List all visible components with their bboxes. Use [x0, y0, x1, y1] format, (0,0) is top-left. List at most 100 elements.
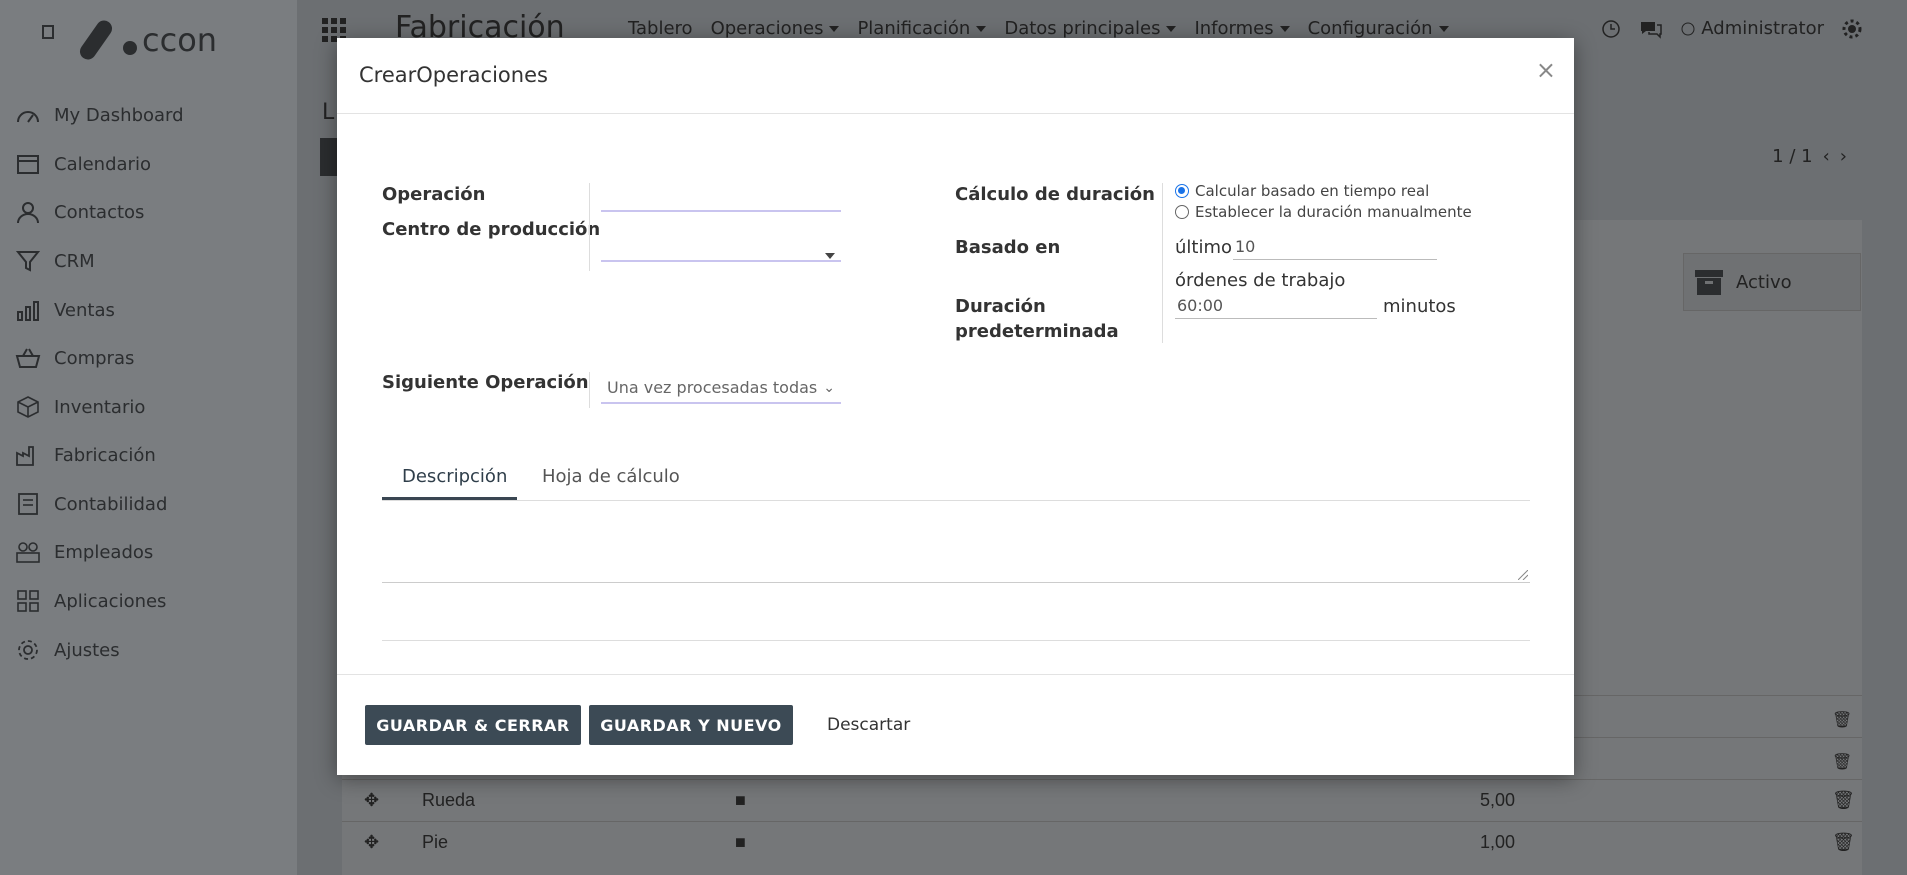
- field-divider: [589, 372, 590, 408]
- settings-gear-icon[interactable]: [1842, 19, 1862, 39]
- table-row[interactable]: ✥ Pie ■ 1,00 🗑: [342, 821, 1862, 863]
- avatar: [1681, 22, 1695, 35]
- duration-unit: minutos: [1383, 296, 1456, 317]
- apps-grid-icon: [14, 589, 42, 613]
- chevron-right-icon[interactable]: ›: [1840, 146, 1847, 167]
- radio-manual[interactable]: Establecer la duración manualmente: [1175, 203, 1472, 221]
- work-center-label: Centro de producción: [382, 219, 601, 240]
- based-on-count-input[interactable]: 10: [1233, 235, 1437, 260]
- sidebar-item-fabricacion[interactable]: Fabricación: [14, 441, 156, 469]
- user-area[interactable]: Administrator: [1601, 18, 1862, 39]
- sidebar-item-ventas[interactable]: Ventas: [14, 296, 115, 324]
- nav-label: Informes: [1194, 18, 1274, 39]
- next-operation-select[interactable]: Una vez procesadas todas las unida ⌄: [601, 374, 841, 404]
- sidebar-item-label: Aplicaciones: [54, 590, 167, 612]
- sidebar-item-label: Inventario: [54, 396, 146, 418]
- active-toggle-button[interactable]: Activo: [1683, 253, 1861, 311]
- pager-value: 1 / 1: [1772, 146, 1813, 167]
- ledger-icon: [14, 492, 42, 516]
- caret-down-icon: [825, 244, 835, 263]
- save-close-button[interactable]: GUARDAR & CERRAR: [365, 705, 581, 745]
- trash-icon[interactable]: 🗑: [1832, 752, 1852, 771]
- factory-icon: [14, 443, 42, 467]
- nav-operaciones[interactable]: Operaciones: [711, 18, 840, 39]
- dialog-footer: GUARDAR & CERRAR GUARDAR Y NUEVO Descart…: [337, 674, 1574, 776]
- table-row[interactable]: ✥ Rueda ■ 5,00 🗑: [342, 779, 1862, 821]
- sidebar-item-empleados[interactable]: Empleados: [14, 538, 153, 566]
- caret-down-icon: [976, 25, 987, 32]
- nav-label: Datos principales: [1004, 18, 1161, 39]
- document-icon[interactable]: ■: [735, 790, 746, 811]
- row-value: 5,00: [1480, 790, 1516, 810]
- sidebar-item-my-dashboard[interactable]: My Dashboard: [14, 101, 184, 129]
- tab-descripcion[interactable]: Descripción: [402, 466, 507, 487]
- box-icon: [14, 395, 42, 419]
- resize-handle-icon[interactable]: [1518, 570, 1528, 580]
- nav-tablero[interactable]: Tablero: [628, 18, 693, 39]
- nav-label: Tablero: [628, 18, 693, 39]
- document-icon[interactable]: ■: [735, 832, 746, 853]
- nav-label: Configuración: [1307, 18, 1433, 39]
- next-operation-label: Siguiente Operación: [382, 372, 589, 393]
- radio-real-time[interactable]: Calcular basado en tiempo real: [1175, 182, 1429, 200]
- based-on-label: Basado en: [955, 237, 1061, 258]
- radio-label: Establecer la duración manualmente: [1195, 203, 1472, 221]
- radio-selected-icon[interactable]: [1175, 184, 1189, 198]
- funnel-icon: [14, 249, 42, 273]
- dialog-title: CrearOperaciones: [359, 63, 548, 87]
- sidebar-item-compras[interactable]: Compras: [14, 344, 134, 372]
- field-divider: [589, 183, 590, 271]
- work-center-select[interactable]: [601, 232, 841, 262]
- sidebar-item-label: Empleados: [54, 541, 154, 563]
- trash-icon[interactable]: 🗑: [1832, 790, 1855, 811]
- close-icon[interactable]: ×: [1536, 56, 1556, 84]
- sidebar-item-label: Compras: [54, 347, 135, 369]
- operation-label: Operación: [382, 184, 486, 205]
- dialog-header: CrearOperaciones ×: [337, 38, 1574, 114]
- sidebar-item-label: Contabilidad: [54, 493, 168, 515]
- drag-handle-icon[interactable]: ✥: [364, 832, 379, 853]
- caret-down-icon: [1166, 25, 1177, 32]
- drag-handle-icon[interactable]: ✥: [364, 790, 379, 811]
- field-divider: [1162, 183, 1163, 343]
- notebook-tabs: Descripción Hoja de cálculo: [382, 456, 1530, 501]
- page-title-fragment: L: [322, 100, 335, 125]
- calendar-icon: [14, 152, 42, 176]
- nav-planificacion[interactable]: Planificación: [857, 18, 987, 39]
- app-logo: ccon: [42, 20, 217, 60]
- sidebar-item-label: Ajustes: [54, 639, 120, 661]
- bar-chart-icon: [14, 298, 42, 322]
- default-duration-input[interactable]: 60:00: [1175, 294, 1377, 319]
- sidebar-item-contabilidad[interactable]: Contabilidad: [14, 490, 167, 518]
- active-label: Activo: [1736, 271, 1792, 293]
- caret-down-icon: [1438, 25, 1449, 32]
- sidebar-item-inventario[interactable]: Inventario: [14, 393, 145, 421]
- sidebar-item-label: Calendario: [54, 153, 151, 175]
- sidebar-item-aplicaciones[interactable]: Aplicaciones: [14, 587, 166, 615]
- user-name: Administrator: [1701, 18, 1824, 39]
- trash-icon[interactable]: 🗑: [1832, 710, 1852, 729]
- save-new-button[interactable]: GUARDAR Y NUEVO: [589, 705, 793, 745]
- nav-datos-principales[interactable]: Datos principales: [1004, 18, 1177, 39]
- clock-icon[interactable]: [1601, 19, 1621, 39]
- sidebar-item-contactos[interactable]: Contactos: [14, 198, 144, 226]
- chat-icon[interactable]: [1639, 19, 1663, 39]
- caret-down-icon: [829, 25, 840, 32]
- create-operation-dialog: CrearOperaciones × Operación Centro de p…: [337, 38, 1574, 775]
- radio-unselected-icon[interactable]: [1175, 205, 1189, 219]
- sidebar-item-calendario[interactable]: Calendario: [14, 150, 151, 178]
- gear-icon: [14, 638, 42, 662]
- sidebar-item-ajustes[interactable]: Ajustes: [14, 636, 120, 664]
- tab-hoja-de-calculo[interactable]: Hoja de cálculo: [542, 466, 680, 487]
- nav-configuracion[interactable]: Configuración: [1308, 18, 1449, 39]
- nav-informes[interactable]: Informes: [1194, 18, 1290, 39]
- row-name: Pie: [422, 832, 449, 852]
- trash-icon[interactable]: 🗑: [1832, 832, 1855, 853]
- operation-input[interactable]: [601, 182, 841, 212]
- dashboard-icon: [14, 103, 42, 127]
- chevron-left-icon[interactable]: ‹: [1823, 146, 1830, 167]
- description-textarea[interactable]: [382, 514, 1530, 583]
- sidebar-item-crm[interactable]: CRM: [14, 247, 95, 275]
- discard-button[interactable]: Descartar: [827, 715, 910, 735]
- chevron-down-icon: ⌄: [823, 380, 835, 396]
